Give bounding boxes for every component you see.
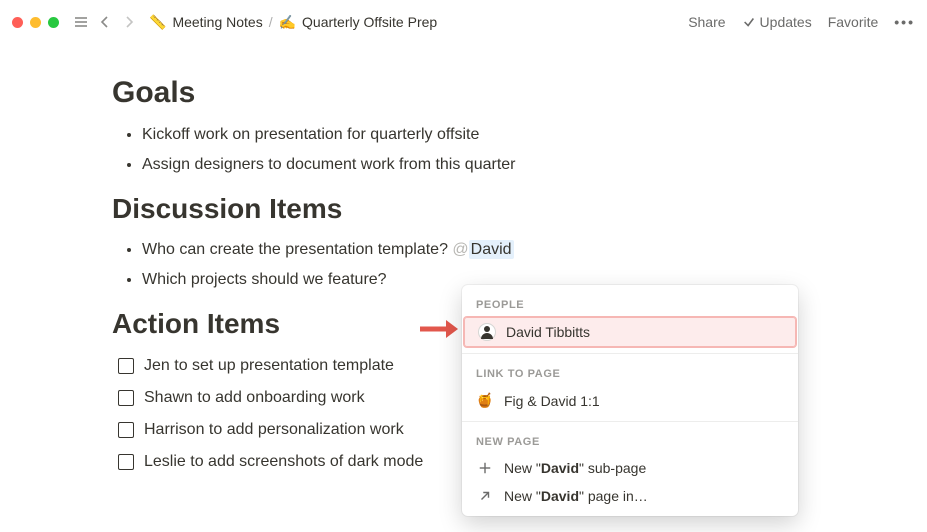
breadcrumb-parent-icon: 📏 — [149, 14, 166, 31]
checklist-label: Leslie to add screenshots of dark mode — [144, 446, 423, 478]
checkbox[interactable] — [118, 454, 134, 470]
plus-icon — [476, 461, 494, 475]
checkbox[interactable] — [118, 422, 134, 438]
window-topbar: 📏 Meeting Notes / ✍️ Quarterly Offsite P… — [0, 0, 927, 44]
popup-separator — [462, 353, 798, 354]
back-button[interactable] — [93, 10, 117, 34]
avatar-icon — [478, 323, 496, 341]
mention-at-symbol: @ — [452, 241, 468, 258]
goals-heading: Goals — [112, 76, 760, 110]
more-menu-button[interactable]: ••• — [894, 14, 915, 30]
popup-new-subpage-label: New "David" sub-page — [504, 460, 646, 476]
popup-new-page-in-row[interactable]: New "David" page in… — [462, 482, 798, 510]
maximize-window-button[interactable] — [48, 17, 59, 28]
discussion-text: Who can create the presentation template… — [142, 241, 452, 258]
arrow-out-icon — [476, 489, 494, 503]
share-button[interactable]: Share — [688, 14, 725, 30]
breadcrumb-current[interactable]: Quarterly Offsite Prep — [302, 14, 437, 30]
topbar-actions: Share Updates Favorite ••• — [688, 14, 915, 30]
popup-person-name: David Tibbitts — [506, 324, 590, 340]
popup-person-row[interactable]: David Tibbitts — [464, 317, 796, 347]
mention-token[interactable]: David — [469, 240, 514, 259]
popup-section-link: LINK TO PAGE — [462, 360, 798, 386]
popup-section-newpage: NEW PAGE — [462, 428, 798, 454]
breadcrumb: 📏 Meeting Notes / ✍️ Quarterly Offsite P… — [149, 14, 437, 31]
popup-separator — [462, 421, 798, 422]
window-controls — [12, 17, 59, 28]
popup-section-people: PEOPLE — [462, 291, 798, 317]
checklist-label: Harrison to add personalization work — [144, 414, 404, 446]
page-emoji-icon: 🍯 — [476, 392, 494, 409]
forward-button[interactable] — [117, 10, 141, 34]
close-window-button[interactable] — [12, 17, 23, 28]
goals-list: Kickoff work on presentation for quarter… — [112, 120, 760, 181]
check-icon — [742, 15, 756, 29]
checkbox[interactable] — [118, 390, 134, 406]
popup-new-page-in-label: New "David" page in… — [504, 488, 648, 504]
list-item[interactable]: Who can create the presentation template… — [142, 235, 760, 265]
checkbox[interactable] — [118, 358, 134, 374]
list-item[interactable]: Assign designers to document work from t… — [142, 150, 760, 180]
breadcrumb-parent[interactable]: Meeting Notes — [172, 14, 262, 30]
favorite-button[interactable]: Favorite — [828, 14, 879, 30]
mention-popup: PEOPLE David Tibbitts LINK TO PAGE 🍯 Fig… — [462, 285, 798, 516]
updates-button[interactable]: Updates — [742, 14, 812, 30]
popup-link-page-name: Fig & David 1:1 — [504, 393, 600, 409]
discussion-heading: Discussion Items — [112, 193, 760, 225]
breadcrumb-separator: / — [269, 14, 273, 30]
minimize-window-button[interactable] — [30, 17, 41, 28]
popup-new-subpage-row[interactable]: New "David" sub-page — [462, 454, 798, 482]
checklist-label: Jen to set up presentation template — [144, 350, 394, 382]
popup-link-page-row[interactable]: 🍯 Fig & David 1:1 — [462, 386, 798, 415]
breadcrumb-current-icon: ✍️ — [279, 14, 296, 31]
hamburger-menu-button[interactable] — [69, 10, 93, 34]
updates-label: Updates — [760, 14, 812, 30]
list-item[interactable]: Kickoff work on presentation for quarter… — [142, 120, 760, 150]
checklist-label: Shawn to add onboarding work — [144, 382, 365, 414]
